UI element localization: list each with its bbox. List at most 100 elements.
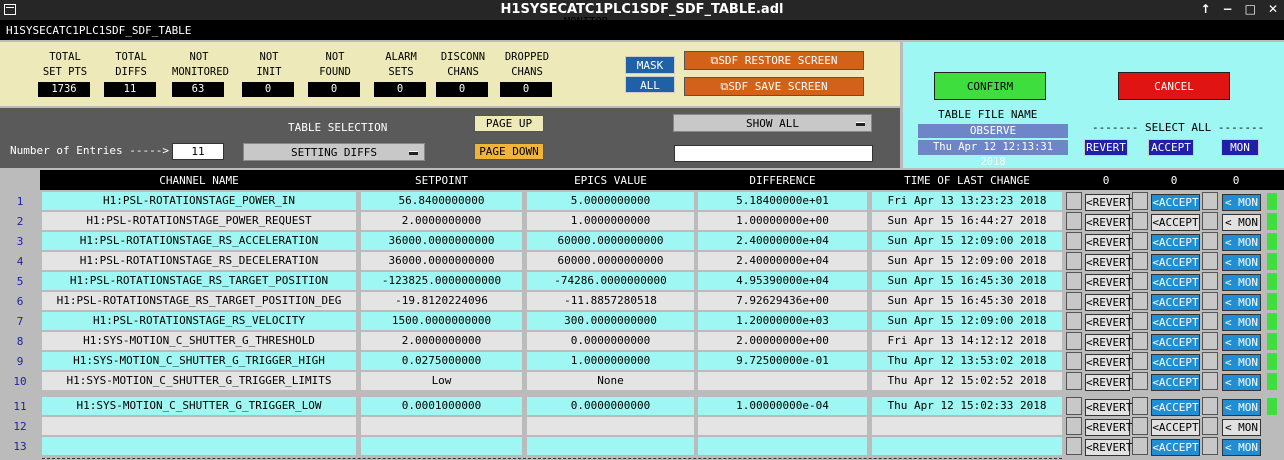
row-accept-button[interactable]: <ACCEPT: [1151, 254, 1200, 271]
row-revert-button[interactable]: <REVERT: [1085, 274, 1132, 291]
row-revert-button[interactable]: <REVERT: [1085, 234, 1132, 251]
row-mon-button[interactable]: < MON: [1222, 294, 1261, 311]
revert-checkbox[interactable]: [1066, 192, 1082, 210]
row-accept-button[interactable]: <ACCEPT: [1151, 334, 1200, 351]
minimize-icon[interactable]: −: [1223, 2, 1233, 16]
row-accept-button[interactable]: <ACCEPT: [1151, 214, 1200, 231]
row-accept-button[interactable]: <ACCEPT: [1151, 439, 1200, 456]
row-mon-button[interactable]: < MON: [1222, 334, 1261, 351]
raise-window-icon[interactable]: ↑: [1200, 2, 1210, 16]
mon-checkbox[interactable]: [1202, 352, 1218, 370]
revert-checkbox[interactable]: [1066, 292, 1082, 310]
sdf-save-screen-button[interactable]: ⧉SDF SAVE SCREEN: [684, 77, 864, 96]
accept-checkbox[interactable]: [1132, 272, 1148, 290]
accept-checkbox[interactable]: [1132, 192, 1148, 210]
accept-checkbox[interactable]: [1132, 372, 1148, 390]
row-revert-button[interactable]: <REVERT: [1085, 314, 1132, 331]
mon-checkbox[interactable]: [1202, 437, 1218, 455]
row-mon-button[interactable]: < MON: [1222, 314, 1261, 331]
row-revert-button[interactable]: <REVERT: [1085, 399, 1132, 416]
accept-checkbox[interactable]: [1132, 417, 1148, 435]
close-icon[interactable]: ✕: [1268, 2, 1278, 16]
row-revert-button[interactable]: <REVERT: [1085, 354, 1132, 371]
accept-checkbox[interactable]: [1132, 312, 1148, 330]
accept-checkbox[interactable]: [1132, 252, 1148, 270]
monitor-select-line2: SELECT: [567, 31, 605, 43]
row-mon-button[interactable]: < MON: [1222, 374, 1261, 391]
maximize-icon[interactable]: □: [1245, 2, 1256, 16]
row-mon-button[interactable]: < MON: [1222, 234, 1261, 251]
revert-checkbox[interactable]: [1066, 352, 1082, 370]
row-mon-button[interactable]: < MON: [1222, 419, 1261, 436]
mon-checkbox[interactable]: [1202, 272, 1218, 290]
row-revert-button[interactable]: <REVERT: [1085, 439, 1132, 456]
row-mon-button[interactable]: < MON: [1222, 399, 1261, 416]
row-accept-button[interactable]: <ACCEPT: [1151, 419, 1200, 436]
all-button[interactable]: ALL: [625, 76, 675, 93]
row-accept-button[interactable]: <ACCEPT: [1151, 234, 1200, 251]
sdf-restore-screen-button[interactable]: ⧉SDF RESTORE SCREEN: [684, 51, 864, 70]
select-all-mon-button[interactable]: MON: [1221, 139, 1259, 156]
number-of-entries-field[interactable]: 11: [172, 143, 224, 160]
row-accept-button[interactable]: <ACCEPT: [1151, 399, 1200, 416]
revert-checkbox[interactable]: [1066, 252, 1082, 270]
accept-checkbox[interactable]: [1132, 232, 1148, 250]
cancel-button[interactable]: CANCEL: [1118, 72, 1230, 100]
row-mon-button[interactable]: < MON: [1222, 254, 1261, 271]
row-mon-button[interactable]: < MON: [1222, 439, 1261, 456]
accept-checkbox[interactable]: [1132, 352, 1148, 370]
select-all-accept-button[interactable]: ACCEPT: [1148, 139, 1194, 156]
row-mon-button[interactable]: < MON: [1222, 194, 1261, 211]
revert-checkbox[interactable]: [1066, 332, 1082, 350]
mon-checkbox[interactable]: [1202, 332, 1218, 350]
row-accept-button[interactable]: <ACCEPT: [1151, 274, 1200, 291]
accept-checkbox[interactable]: [1132, 292, 1148, 310]
revert-checkbox[interactable]: [1066, 232, 1082, 250]
accept-checkbox[interactable]: [1132, 212, 1148, 230]
select-all-revert-button[interactable]: REVERT: [1084, 139, 1128, 156]
show-filter-dropdown[interactable]: SHOW ALL: [673, 114, 872, 132]
revert-checkbox[interactable]: [1066, 312, 1082, 330]
row-accept-button[interactable]: <ACCEPT: [1151, 194, 1200, 211]
revert-checkbox[interactable]: [1066, 397, 1082, 415]
mon-checkbox[interactable]: [1202, 372, 1218, 390]
epics-value-cell: 0.0000000000: [527, 397, 694, 415]
row-accept-button[interactable]: <ACCEPT: [1151, 374, 1200, 391]
confirm-button[interactable]: CONFIRM: [934, 72, 1046, 100]
mon-checkbox[interactable]: [1202, 252, 1218, 270]
row-revert-button[interactable]: <REVERT: [1085, 374, 1132, 391]
revert-checkbox[interactable]: [1066, 372, 1082, 390]
page-down-button[interactable]: PAGE DOWN: [474, 143, 544, 160]
accept-checkbox[interactable]: [1132, 332, 1148, 350]
accept-checkbox[interactable]: [1132, 437, 1148, 455]
revert-checkbox[interactable]: [1066, 272, 1082, 290]
row-mon-button[interactable]: < MON: [1222, 354, 1261, 371]
mon-checkbox[interactable]: [1202, 292, 1218, 310]
row-mon-button[interactable]: < MON: [1222, 274, 1261, 291]
revert-checkbox[interactable]: [1066, 437, 1082, 455]
table-selection-dropdown[interactable]: SETTING DIFFS: [243, 143, 425, 161]
mon-checkbox[interactable]: [1202, 397, 1218, 415]
revert-checkbox[interactable]: [1066, 417, 1082, 435]
mon-checkbox[interactable]: [1202, 417, 1218, 435]
row-revert-button[interactable]: <REVERT: [1085, 194, 1132, 211]
page-up-button[interactable]: PAGE UP: [474, 115, 544, 132]
mon-checkbox[interactable]: [1202, 232, 1218, 250]
mask-button[interactable]: MASK: [625, 56, 675, 74]
accept-checkbox[interactable]: [1132, 397, 1148, 415]
row-mon-button[interactable]: < MON: [1222, 214, 1261, 231]
row-revert-button[interactable]: <REVERT: [1085, 419, 1132, 436]
revert-checkbox[interactable]: [1066, 212, 1082, 230]
table-selection-label: TABLE SELECTION: [288, 121, 388, 134]
row-revert-button[interactable]: <REVERT: [1085, 334, 1132, 351]
row-revert-button[interactable]: <REVERT: [1085, 254, 1132, 271]
row-revert-button[interactable]: <REVERT: [1085, 294, 1132, 311]
row-revert-button[interactable]: <REVERT: [1085, 214, 1132, 231]
row-accept-button[interactable]: <ACCEPT: [1151, 294, 1200, 311]
channel-filter-input[interactable]: [674, 145, 873, 162]
mon-checkbox[interactable]: [1202, 312, 1218, 330]
mon-checkbox[interactable]: [1202, 212, 1218, 230]
mon-checkbox[interactable]: [1202, 192, 1218, 210]
row-accept-button[interactable]: <ACCEPT: [1151, 354, 1200, 371]
row-accept-button[interactable]: <ACCEPT: [1151, 314, 1200, 331]
